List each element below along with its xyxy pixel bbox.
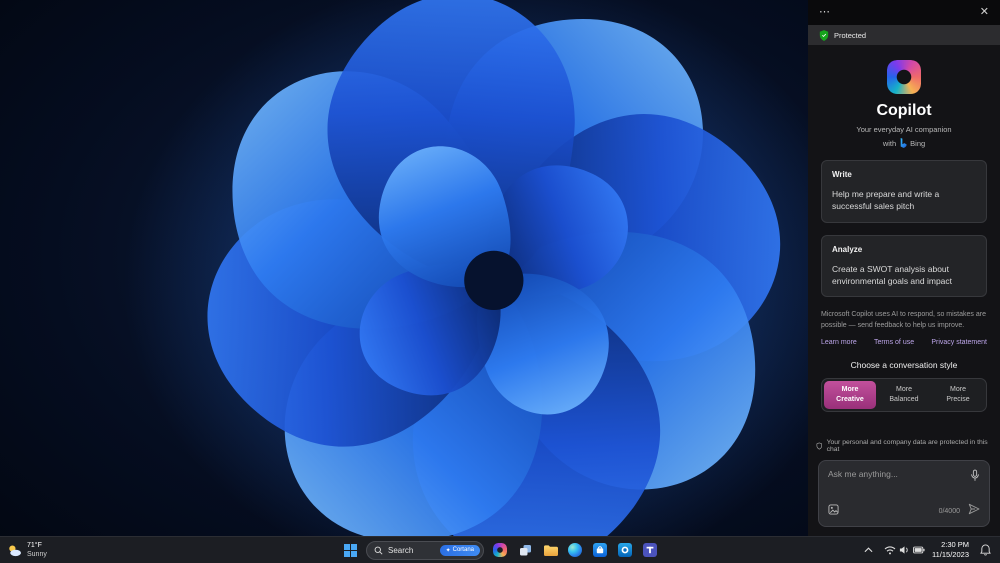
with-bing-row: with Bing bbox=[883, 138, 925, 148]
style-more-creative[interactable]: More Creative bbox=[824, 380, 876, 409]
taskbar-search[interactable]: Search ✦ Cortana bbox=[366, 540, 484, 560]
screen: ⋯ ✕ Protected Copilot Your everyday AI c… bbox=[0, 0, 1000, 563]
terms-of-use-link[interactable]: Terms of use bbox=[874, 339, 914, 346]
quick-settings[interactable] bbox=[884, 545, 925, 555]
bing-icon bbox=[900, 138, 907, 148]
notification-bell-icon[interactable] bbox=[976, 541, 994, 559]
conversation-style-toggle: More Creative More Balanced More Precise bbox=[821, 377, 987, 412]
shield-outline-icon bbox=[816, 442, 823, 450]
start-button[interactable] bbox=[341, 541, 359, 559]
battery-icon bbox=[913, 546, 925, 554]
taskbar-center: Search ✦ Cortana bbox=[341, 540, 659, 560]
protected-label: Protected bbox=[834, 30, 867, 40]
with-label: with bbox=[882, 138, 897, 148]
card-title: Write bbox=[832, 170, 852, 179]
character-counter: 0/4000 bbox=[938, 507, 960, 515]
teams-icon[interactable] bbox=[641, 541, 659, 559]
outlook-icon[interactable] bbox=[616, 541, 634, 559]
chat-input[interactable] bbox=[828, 469, 964, 479]
copilot-subtitle: Your everyday AI companion bbox=[856, 125, 952, 134]
copilot-logo-icon bbox=[887, 60, 921, 94]
privacy-note-text: Your personal and company data are prote… bbox=[826, 439, 988, 453]
search-pill-sparkle-icon: ✦ bbox=[445, 547, 451, 554]
card-text: Help me prepare and write a successful s… bbox=[832, 189, 940, 212]
weather-widget[interactable]: 71°F Sunny bbox=[7, 541, 47, 559]
clock-time: 2:30 PM bbox=[941, 540, 969, 550]
copilot-hero: Copilot Your everyday AI companion with … bbox=[808, 60, 1000, 148]
ai-disclaimer: Microsoft Copilot uses AI to respond, so… bbox=[821, 311, 986, 330]
search-icon bbox=[374, 546, 383, 555]
copilot-app-icon bbox=[493, 543, 507, 557]
conversation-style-label: Choose a conversation style bbox=[850, 359, 958, 370]
weather-sunny-icon bbox=[9, 545, 21, 556]
card-title: Analyze bbox=[832, 244, 863, 254]
weather-temp: 71°F bbox=[27, 541, 42, 549]
more-options-icon[interactable]: ⋯ bbox=[819, 7, 830, 18]
card-text: Create a SWOT analysis about environment… bbox=[832, 263, 953, 286]
learn-more-link[interactable]: Learn more bbox=[821, 339, 857, 346]
weather-condition: Sunny bbox=[27, 551, 47, 558]
edge-logo bbox=[568, 543, 582, 557]
search-label: Search bbox=[388, 545, 414, 555]
privacy-statement-link[interactable]: Privacy statement bbox=[931, 339, 987, 346]
wifi-icon bbox=[884, 546, 896, 555]
add-image-icon[interactable] bbox=[828, 502, 839, 520]
search-highlight-pill[interactable]: ✦ Cortana bbox=[439, 544, 480, 556]
windows-logo-icon bbox=[343, 543, 357, 557]
suggestion-card-write[interactable]: Write Help me prepare and write a succes… bbox=[821, 160, 987, 223]
microsoft-store-icon[interactable] bbox=[591, 541, 609, 559]
system-tray: 2:30 PM 11/15/2023 bbox=[859, 540, 994, 560]
panel-titlebar: ⋯ ✕ bbox=[808, 0, 1000, 25]
send-icon[interactable] bbox=[968, 502, 980, 520]
taskbar: 71°F Sunny Search ✦ Cortana 2:30 PM 11/1… bbox=[0, 536, 1000, 563]
microphone-icon[interactable] bbox=[970, 469, 980, 487]
clock-date: 11/15/2023 bbox=[932, 550, 969, 559]
style-more-balanced[interactable]: More Balanced bbox=[878, 381, 930, 409]
taskbar-copilot-icon[interactable] bbox=[491, 541, 509, 559]
privacy-note: Your personal and company data are prote… bbox=[816, 439, 992, 453]
chat-input-container: 0/4000 bbox=[818, 460, 990, 527]
shield-icon bbox=[819, 29, 829, 41]
copilot-title: Copilot bbox=[876, 102, 932, 119]
clock[interactable]: 2:30 PM 11/15/2023 bbox=[932, 540, 969, 560]
style-more-precise[interactable]: More Precise bbox=[932, 381, 984, 409]
hidden-icons-chevron[interactable] bbox=[859, 541, 877, 559]
weather-text: 71°F Sunny bbox=[27, 541, 47, 559]
search-pill-label: Cortana bbox=[452, 547, 474, 553]
footer-links: Learn more Terms of use Privacy statemen… bbox=[821, 339, 987, 346]
panel-bottom: Your personal and company data are prote… bbox=[808, 439, 1000, 536]
bing-label: Bing bbox=[910, 138, 926, 148]
protected-badge: Protected bbox=[808, 25, 1000, 45]
close-icon[interactable]: ✕ bbox=[980, 7, 989, 18]
copilot-sidebar: ⋯ ✕ Protected Copilot Your everyday AI c… bbox=[808, 0, 1000, 536]
suggestion-card-analyze[interactable]: Analyze Create a SWOT analysis about env… bbox=[821, 234, 987, 298]
task-view-icon[interactable] bbox=[516, 541, 534, 559]
volume-icon bbox=[899, 546, 908, 554]
edge-icon[interactable] bbox=[566, 541, 584, 559]
file-explorer-icon[interactable] bbox=[541, 541, 559, 559]
